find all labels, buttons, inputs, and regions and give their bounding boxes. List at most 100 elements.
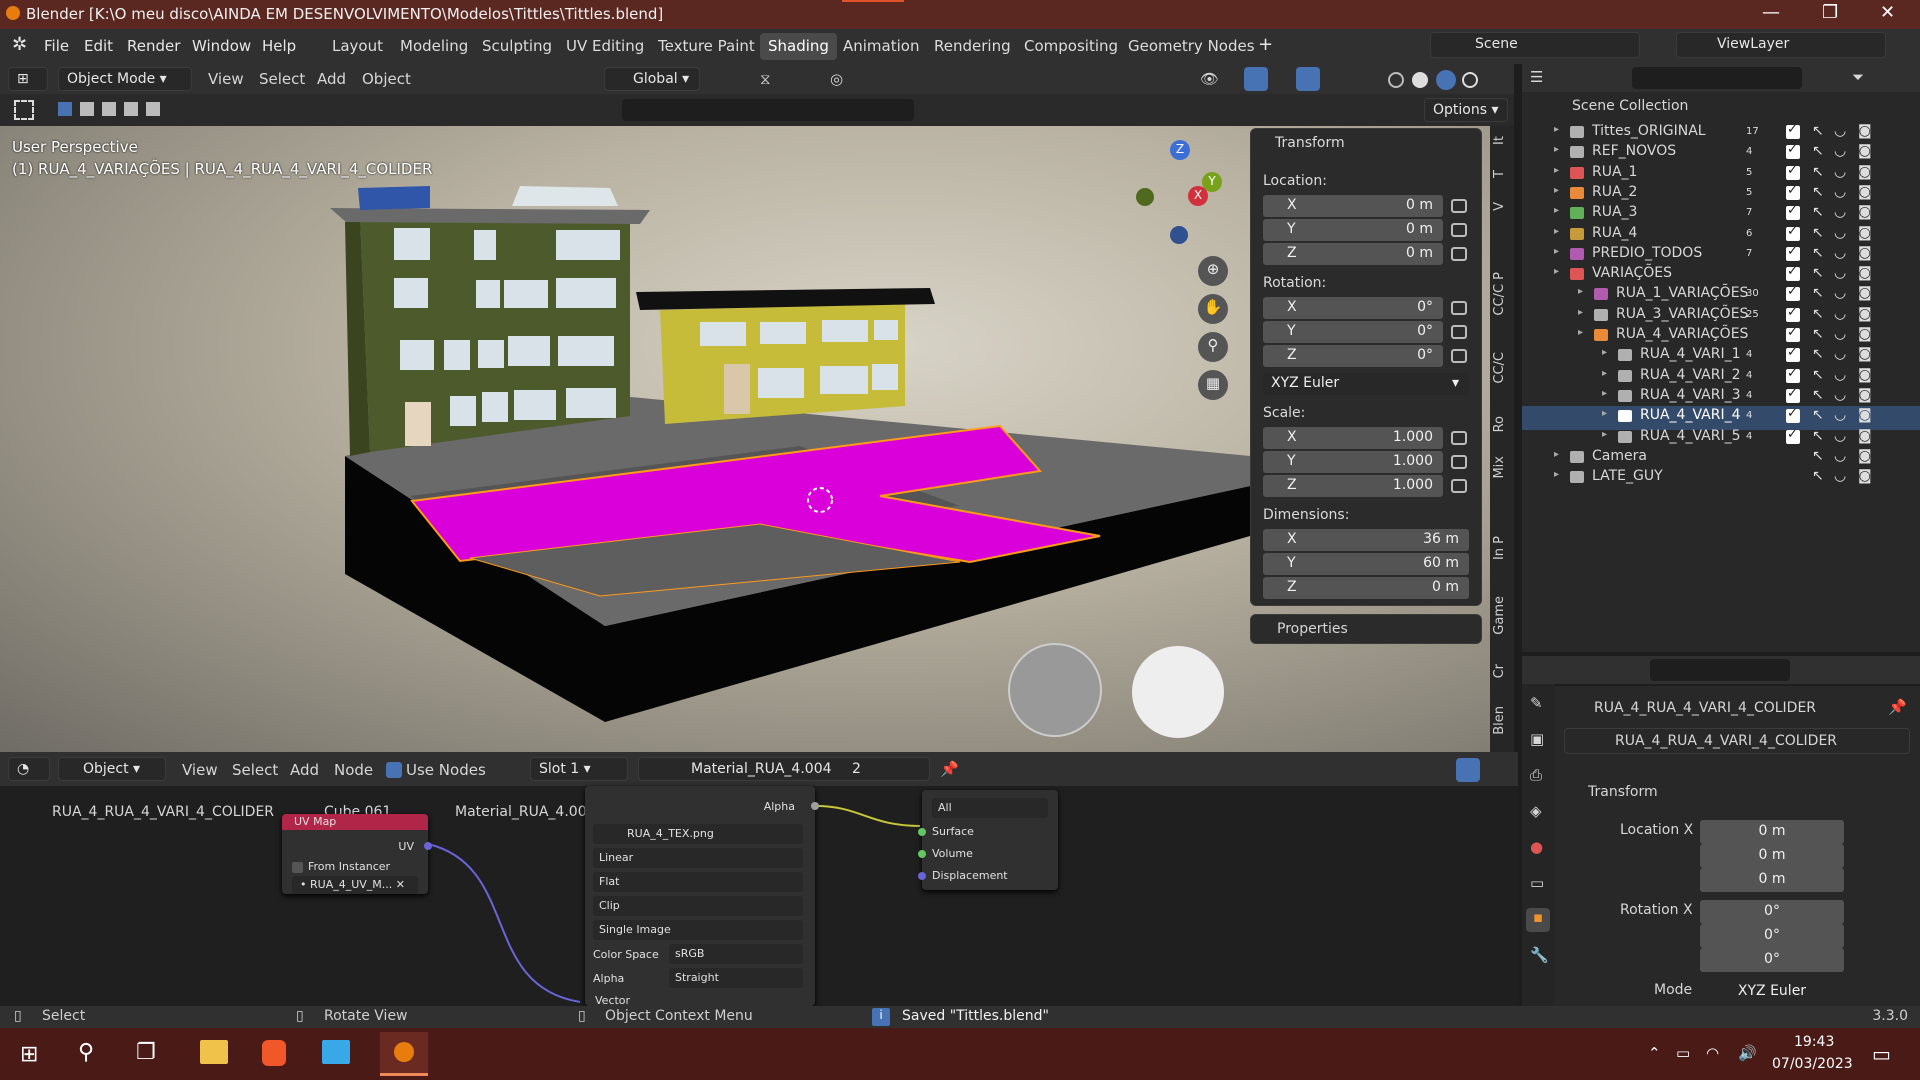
select-box-icon[interactable] bbox=[14, 100, 34, 120]
select-mode-new-icon[interactable] bbox=[58, 102, 72, 116]
tab-uv-editing[interactable]: UV Editing bbox=[558, 33, 652, 60]
exclude-checkbox[interactable] bbox=[1786, 122, 1800, 139]
rotation-z-field[interactable]: Z 0° bbox=[1263, 345, 1443, 367]
render-props-icon[interactable]: ▣ bbox=[1530, 730, 1544, 748]
pin-icon[interactable]: 📌 bbox=[1888, 698, 1907, 716]
uvmap-output-socket[interactable] bbox=[424, 842, 432, 850]
visibility-eye-icon[interactable]: ◡ bbox=[1834, 143, 1846, 159]
prop-rotation-y[interactable]: 0° bbox=[1700, 924, 1844, 948]
exclude-checkbox[interactable] bbox=[1786, 305, 1800, 322]
use-nodes-checkbox[interactable] bbox=[386, 762, 402, 778]
material-pin-icon[interactable]: 📌 bbox=[940, 760, 959, 778]
tab-view[interactable]: V bbox=[1492, 202, 1512, 211]
exclude-checkbox[interactable] bbox=[1786, 244, 1800, 261]
clock-date[interactable]: 07/03/2023 bbox=[1772, 1056, 1853, 1072]
tab-sculpting[interactable]: Sculpting bbox=[474, 33, 560, 60]
selectable-arrow-icon[interactable]: ↖ bbox=[1812, 245, 1824, 261]
gizmo-x-axis[interactable]: X bbox=[1188, 186, 1208, 206]
expand-arrow-icon[interactable]: ▸ bbox=[1554, 449, 1559, 460]
blender-taskbar-icon[interactable] bbox=[380, 1032, 428, 1076]
expand-arrow-icon[interactable]: ▸ bbox=[1554, 165, 1559, 176]
shading-material-icon[interactable] bbox=[1436, 70, 1456, 90]
image-file-selector[interactable]: RUA_4_TEX.png bbox=[593, 824, 803, 844]
output-target-select[interactable]: All bbox=[932, 798, 1048, 818]
visibility-eye-icon[interactable]: ◡ bbox=[1834, 225, 1846, 241]
expand-arrow-icon[interactable]: ▸ bbox=[1554, 124, 1559, 135]
exclude-checkbox[interactable] bbox=[1786, 163, 1800, 180]
prop-location-z[interactable]: 0 m bbox=[1700, 868, 1844, 892]
minimize-icon[interactable]: — bbox=[1762, 2, 1780, 23]
rotation-mode-select[interactable]: XYZ Euler ▾ bbox=[1263, 373, 1469, 395]
lock-icon[interactable] bbox=[1451, 455, 1467, 469]
expand-arrow-icon[interactable]: ▸ bbox=[1578, 286, 1583, 297]
shading-wireframe-icon[interactable] bbox=[1388, 72, 1404, 88]
ortho-grid-icon[interactable]: ▦ bbox=[1198, 370, 1228, 400]
tab-texture-paint[interactable]: Texture Paint bbox=[650, 33, 763, 60]
lock-icon[interactable] bbox=[1451, 349, 1467, 363]
lock-icon[interactable] bbox=[1451, 479, 1467, 493]
uv-map-select[interactable]: • RUA_4_UV_M... ✕ bbox=[292, 876, 418, 894]
transform-panel-header[interactable]: Transform bbox=[1588, 784, 1658, 800]
orientation-selector[interactable]: Global ▾ bbox=[604, 67, 700, 91]
scene-collection-root[interactable]: Scene Collection bbox=[1572, 98, 1688, 122]
lock-icon[interactable] bbox=[1451, 431, 1467, 445]
expand-arrow-icon[interactable]: ▸ bbox=[1554, 144, 1559, 155]
selectable-arrow-icon[interactable]: ↖ bbox=[1812, 164, 1824, 180]
expand-arrow-icon[interactable]: ▸ bbox=[1578, 327, 1583, 338]
expand-arrow-icon[interactable]: ▸ bbox=[1554, 185, 1559, 196]
node-select-menu[interactable]: Select bbox=[232, 761, 278, 779]
outliner-row[interactable]: ▸ LATE_GUY ↖ ◡ ◙ bbox=[1522, 467, 1920, 491]
visibility-eye-icon[interactable]: ◡ bbox=[1834, 428, 1846, 444]
gizmo-neg-y-axis[interactable] bbox=[1136, 188, 1154, 206]
tab-mix[interactable]: Mix bbox=[1492, 456, 1512, 479]
volume-socket[interactable] bbox=[918, 850, 926, 858]
color-space-select[interactable]: sRGB bbox=[669, 944, 803, 964]
scene-selector[interactable]: Scene bbox=[1430, 32, 1640, 58]
prop-mode-select[interactable]: XYZ Euler bbox=[1700, 980, 1844, 1004]
selectable-arrow-icon[interactable]: ↖ bbox=[1812, 387, 1824, 403]
task-view-icon[interactable]: ❐ bbox=[136, 1040, 156, 1065]
node-add-menu[interactable]: Add bbox=[290, 761, 319, 779]
lock-icon[interactable] bbox=[1451, 325, 1467, 339]
material-selector[interactable]: Material_RUA_4.004 2 bbox=[638, 757, 930, 781]
blender-menu-icon[interactable]: ✲ bbox=[12, 34, 27, 55]
shader-type-selector[interactable]: Object ▾ bbox=[58, 757, 166, 781]
viewport-search-field[interactable] bbox=[622, 99, 914, 121]
tab-compositing[interactable]: Compositing bbox=[1016, 33, 1126, 60]
navigation-gizmo[interactable]: Z Y X bbox=[1128, 134, 1224, 244]
expand-arrow-icon[interactable]: ▸ bbox=[1602, 347, 1607, 358]
tab-blen[interactable]: Blen bbox=[1492, 706, 1512, 735]
interpolation-select[interactable]: Linear bbox=[593, 848, 803, 868]
visibility-eye-icon[interactable]: ◡ bbox=[1834, 184, 1846, 200]
editor-type-icon[interactable]: ⊞ bbox=[8, 67, 48, 91]
projection-select[interactable]: Flat bbox=[593, 872, 803, 892]
lock-icon[interactable] bbox=[1451, 199, 1467, 213]
expand-arrow-icon[interactable]: ▸ bbox=[1554, 226, 1559, 237]
render-camera-icon[interactable]: ◙ bbox=[1858, 306, 1872, 322]
overlay-toggle-icon[interactable] bbox=[1296, 67, 1320, 91]
location-z-field[interactable]: Z0 m bbox=[1263, 243, 1443, 265]
visibility-eye-icon[interactable]: ◡ bbox=[1834, 123, 1846, 139]
tab-tool[interactable]: T bbox=[1492, 170, 1512, 178]
uvmap-node[interactable]: UV Map UV From Instancer • RUA_4_UV_M...… bbox=[282, 814, 432, 894]
visibility-eye-icon[interactable]: ◡ bbox=[1834, 468, 1846, 484]
search-icon[interactable]: ⚲ bbox=[78, 1040, 94, 1065]
expand-arrow-icon[interactable]: ▸ bbox=[1602, 429, 1607, 440]
exclude-checkbox[interactable] bbox=[1786, 284, 1800, 302]
mode-selector[interactable]: Object Mode ▾ bbox=[58, 67, 192, 91]
render-camera-icon[interactable]: ◙ bbox=[1858, 387, 1872, 403]
node-editor-type-icon[interactable]: ◔ bbox=[8, 757, 50, 781]
tab-cc[interactable]: CC/C bbox=[1492, 352, 1512, 384]
outliner-editor-icon[interactable]: ☰ bbox=[1530, 68, 1543, 86]
filter-icon[interactable]: ⏷ bbox=[1852, 68, 1864, 86]
menu-window[interactable]: Window bbox=[192, 37, 251, 55]
properties-search-field[interactable] bbox=[1650, 659, 1790, 681]
selectable-arrow-icon[interactable]: ↖ bbox=[1812, 306, 1824, 322]
exclude-checkbox[interactable] bbox=[1786, 264, 1800, 282]
expand-arrow-icon[interactable]: ▸ bbox=[1578, 307, 1583, 318]
visibility-eye-icon[interactable]: ◡ bbox=[1834, 367, 1846, 383]
exclude-checkbox[interactable] bbox=[1786, 386, 1800, 403]
scale-x-field[interactable]: X 1.000 bbox=[1263, 427, 1443, 449]
selectable-arrow-icon[interactable]: ↖ bbox=[1812, 448, 1824, 464]
exclude-checkbox[interactable] bbox=[1786, 224, 1800, 241]
